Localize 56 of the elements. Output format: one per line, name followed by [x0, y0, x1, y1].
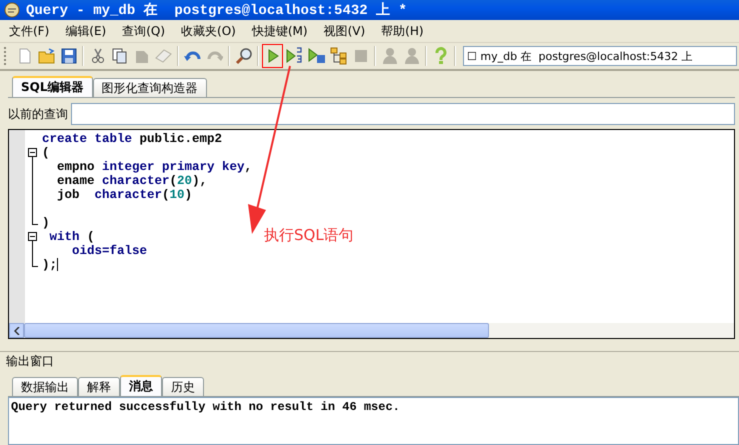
- horizontal-scrollbar[interactable]: [9, 323, 734, 338]
- run-button[interactable]: [262, 44, 283, 68]
- menu-item[interactable]: 查询(Q): [115, 22, 172, 40]
- code-line: );: [42, 258, 58, 272]
- code-line: oids=false: [71, 244, 148, 258]
- fold-end-line: [32, 258, 38, 267]
- code-line: ename character(20),: [56, 174, 208, 188]
- scissors-icon: [90, 48, 106, 64]
- scroll-left-icon[interactable]: [9, 323, 24, 338]
- undo-icon: [184, 49, 201, 63]
- previous-queries-dropdown[interactable]: [71, 103, 735, 125]
- play-save-icon: [308, 47, 325, 65]
- output-tab[interactable]: 数据输出: [12, 377, 78, 396]
- fold-end-line: [32, 216, 38, 225]
- code-line: with (: [48, 230, 95, 244]
- annotation-text: 执行SQL语句: [264, 226, 354, 245]
- code-line: create table public.emp2: [42, 132, 222, 146]
- person-icon: [404, 47, 420, 65]
- code-line: ): [42, 216, 50, 230]
- play-script-icon: [286, 47, 303, 65]
- app-icon: [4, 2, 20, 18]
- menu-item[interactable]: 视图(V): [316, 22, 372, 40]
- code-line: empno integer primary key,: [56, 160, 252, 174]
- editor-tab[interactable]: 图形化查询构造器: [92, 78, 206, 97]
- menu-item[interactable]: 快捷键(M): [244, 22, 315, 40]
- menu-item[interactable]: 帮助(H): [374, 22, 431, 40]
- stop-icon: [354, 49, 368, 63]
- output-tab[interactable]: 历史: [162, 377, 204, 396]
- fold-toggle-icon[interactable]: [25, 230, 39, 244]
- output-tab[interactable]: 解释: [78, 377, 120, 396]
- question-mark-icon: [434, 47, 448, 65]
- menu-item[interactable]: 编辑(E): [58, 22, 114, 40]
- folder-icon: [38, 48, 55, 64]
- redo-icon: [206, 49, 223, 63]
- play-icon: [266, 48, 278, 64]
- code-line: (: [42, 146, 50, 160]
- new-file-icon: [18, 48, 32, 64]
- tree-diagram-icon: [330, 47, 347, 65]
- code-line: job character(10): [56, 188, 192, 202]
- output-tab[interactable]: 消息: [120, 375, 162, 396]
- editor-tab[interactable]: SQL编辑器: [12, 76, 92, 97]
- menu-item[interactable]: 文件(F): [2, 22, 56, 40]
- copy-icon: [112, 48, 128, 64]
- message-text: Query returned successfully with no result in 46 msec.: [8, 397, 739, 445]
- connection-dropdown[interactable]: ☐ my_db 在 postgres@localhost:5432 上: [463, 46, 737, 66]
- search-icon: [235, 47, 252, 65]
- menu-item[interactable]: 收藏夹(O): [174, 22, 243, 40]
- paste-icon: [134, 48, 150, 64]
- previous-queries-label: 以前的查询: [8, 106, 68, 122]
- fold-line: [32, 244, 33, 258]
- person-icon: [382, 47, 398, 65]
- scrollbar-thumb[interactable]: [24, 323, 489, 338]
- fold-toggle-icon[interactable]: [25, 146, 39, 160]
- output-window-title: 输出窗口: [0, 351, 739, 370]
- window-title: Query - my_db 在 postgres@localhost:5432 上 *: [0, 0, 739, 20]
- eraser-icon: [155, 49, 172, 63]
